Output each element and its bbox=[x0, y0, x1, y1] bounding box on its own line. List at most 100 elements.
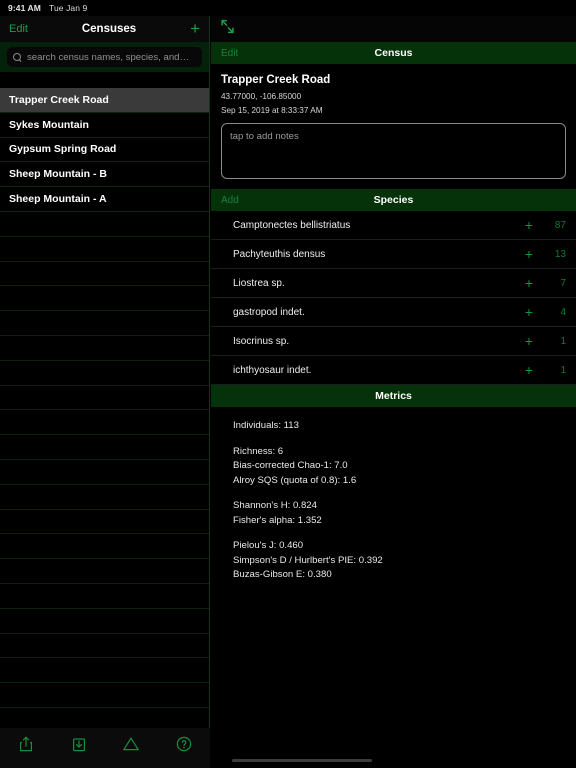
census-list-item[interactable]: Sheep Mountain - A bbox=[0, 187, 209, 212]
search-bar-container: search census names, species, and… bbox=[0, 42, 209, 72]
metric-group: Pielou's J: 0.460 Simpson's D / Hurlbert'… bbox=[233, 539, 566, 583]
analyze-button[interactable] bbox=[105, 733, 158, 755]
species-count: 87 bbox=[554, 219, 566, 231]
increment-species-plus-icon[interactable]: + bbox=[518, 276, 540, 290]
search-icon bbox=[13, 52, 22, 62]
census-list-empty-row bbox=[0, 534, 209, 560]
collapse-bar bbox=[211, 16, 576, 42]
census-list-item-label: Trapper Creek Road bbox=[9, 93, 109, 106]
census-list-item[interactable]: Gypsum Spring Road bbox=[0, 138, 209, 163]
detail-title: Census bbox=[374, 47, 413, 59]
census-list-item[interactable]: Trapper Creek Road bbox=[0, 88, 209, 113]
species-count: 13 bbox=[554, 248, 566, 260]
species-row[interactable]: Isocrinus sp. +1 bbox=[211, 327, 576, 356]
species-count: 7 bbox=[560, 277, 566, 289]
census-coordinates: 43.77000, -106.85000 bbox=[221, 92, 302, 101]
sidebar-edit-button[interactable]: Edit bbox=[9, 23, 28, 35]
census-detail-pane: Edit Census Trapper Creek Road 43.77000,… bbox=[211, 16, 576, 768]
metric-line: Individuals: 113 bbox=[233, 420, 299, 431]
metric-line: Shannon's H: 0.824 bbox=[233, 500, 317, 511]
detail-nav-bar: Edit Census bbox=[211, 42, 576, 64]
search-placeholder: search census names, species, and… bbox=[27, 51, 190, 63]
species-row[interactable]: Camptonectes bellistriatus +87 bbox=[211, 211, 576, 240]
notes-field[interactable]: tap to add notes bbox=[221, 123, 566, 179]
species-row[interactable]: gastropod indet. +4 bbox=[211, 298, 576, 327]
help-question-icon bbox=[176, 736, 192, 752]
share-export-icon bbox=[19, 736, 33, 752]
census-header: Trapper Creek Road 43.77000, -106.85000 … bbox=[211, 64, 576, 115]
census-list-item-label: Sheep Mountain - A bbox=[9, 193, 107, 206]
census-list-item[interactable]: Sykes Mountain bbox=[0, 113, 209, 138]
triangle-icon bbox=[122, 736, 140, 752]
search-field[interactable]: search census names, species, and… bbox=[7, 47, 202, 67]
census-list-item-label: Sheep Mountain - B bbox=[9, 168, 107, 181]
species-count: 4 bbox=[560, 306, 566, 318]
ipad-census-app: 9:41 AM Tue Jan 9 Edit Censuses + search… bbox=[0, 0, 576, 768]
increment-species-plus-icon[interactable]: + bbox=[518, 218, 540, 232]
census-list-item-label: Gypsum Spring Road bbox=[9, 143, 117, 156]
census-list-item[interactable]: Sheep Mountain - B bbox=[0, 162, 209, 188]
species-name: ichthyosaur indet. bbox=[233, 364, 312, 376]
metric-group: Shannon's H: 0.824 Fisher's alpha: 1.352 bbox=[233, 499, 566, 528]
status-time: 9:41 AM bbox=[8, 3, 41, 13]
sidebar-toolbar bbox=[0, 728, 210, 768]
metrics-body: Individuals: 113 Richness: 6 Bias-correcte… bbox=[211, 407, 576, 583]
status-date: Tue Jan 9 bbox=[48, 3, 88, 13]
metric-line: Simpson's D / Hurlbert's PIE: 0.392 bbox=[233, 554, 383, 566]
species-name: Liostrea sp. bbox=[233, 277, 285, 289]
metric-group: Individuals: 113 bbox=[233, 419, 566, 434]
metric-line: Richness: 6 bbox=[233, 445, 284, 457]
census-list-empty-row bbox=[0, 237, 209, 262]
census-list-empty-row bbox=[0, 410, 209, 436]
species-section-header: Add Species bbox=[211, 189, 576, 211]
census-list-empty-row bbox=[0, 584, 209, 609]
increment-species-plus-icon[interactable]: + bbox=[518, 305, 540, 319]
species-name: gastropod indet. bbox=[233, 306, 305, 318]
census-list-empty-row bbox=[0, 609, 209, 634]
census-list-empty-row bbox=[0, 286, 209, 312]
metrics-section-header: Metrics bbox=[211, 385, 576, 407]
increment-species-plus-icon[interactable]: + bbox=[518, 363, 540, 377]
census-list-empty-row bbox=[0, 559, 209, 584]
help-button[interactable] bbox=[158, 733, 211, 755]
census-list-empty-row bbox=[0, 435, 209, 460]
species-count: 1 bbox=[560, 364, 566, 376]
census-list-empty-row bbox=[0, 386, 209, 411]
add-census-button[interactable]: + bbox=[190, 20, 200, 37]
census-list-empty-row bbox=[0, 510, 209, 535]
census-list-empty-row bbox=[0, 708, 209, 728]
census-list-empty-row bbox=[0, 361, 209, 386]
import-button[interactable] bbox=[53, 733, 106, 755]
detail-edit-button[interactable]: Edit bbox=[221, 48, 238, 59]
species-name: Pachyteuthis densus bbox=[233, 248, 326, 260]
increment-species-plus-icon[interactable]: + bbox=[518, 247, 540, 261]
metric-line: Alroy SQS (quota of 0.8): 1.6 bbox=[233, 474, 357, 486]
metric-line: Fisher's alpha: 1.352 bbox=[233, 514, 322, 526]
census-list-item-label: Sykes Mountain bbox=[9, 118, 89, 131]
census-list-empty-row bbox=[0, 634, 209, 659]
species-row[interactable]: Pachyteuthis densus +13 bbox=[211, 240, 576, 269]
census-list-empty-row bbox=[0, 311, 209, 336]
metric-line: Bias-corrected Chao-1: 7.0 bbox=[233, 460, 348, 471]
species-section-title: Species bbox=[373, 194, 414, 206]
census-list-empty-row bbox=[0, 460, 209, 485]
import-download-icon bbox=[72, 736, 86, 752]
sidebar-nav-bar: Edit Censuses + bbox=[0, 16, 209, 42]
census-list-empty-row bbox=[0, 212, 209, 237]
metrics-section-title: Metrics bbox=[375, 390, 412, 402]
species-row[interactable]: ichthyosaur indet. +1 bbox=[211, 356, 576, 385]
species-name: Isocrinus sp. bbox=[233, 335, 290, 347]
increment-species-plus-icon[interactable]: + bbox=[518, 334, 540, 348]
census-list[interactable]: Trapper Creek Road Sykes Mountain Gypsum S… bbox=[0, 88, 209, 728]
export-button[interactable] bbox=[0, 733, 53, 755]
species-row[interactable]: Liostrea sp. +7 bbox=[211, 269, 576, 298]
census-list-empty-row bbox=[0, 683, 209, 708]
species-count: 1 bbox=[560, 335, 566, 347]
metric-group: Richness: 6 Bias-corrected Chao-1: 7.0 Alr… bbox=[233, 445, 566, 489]
census-list-empty-row bbox=[0, 336, 209, 361]
censuses-sidebar: Edit Censuses + search census names, spe… bbox=[0, 16, 210, 768]
census-name: Trapper Creek Road bbox=[221, 74, 331, 86]
collapse-arrows-icon[interactable] bbox=[219, 18, 236, 40]
sidebar-title: Censuses bbox=[81, 23, 137, 35]
census-datetime: Sep 15, 2019 at 8:33:37 AM bbox=[221, 106, 323, 115]
